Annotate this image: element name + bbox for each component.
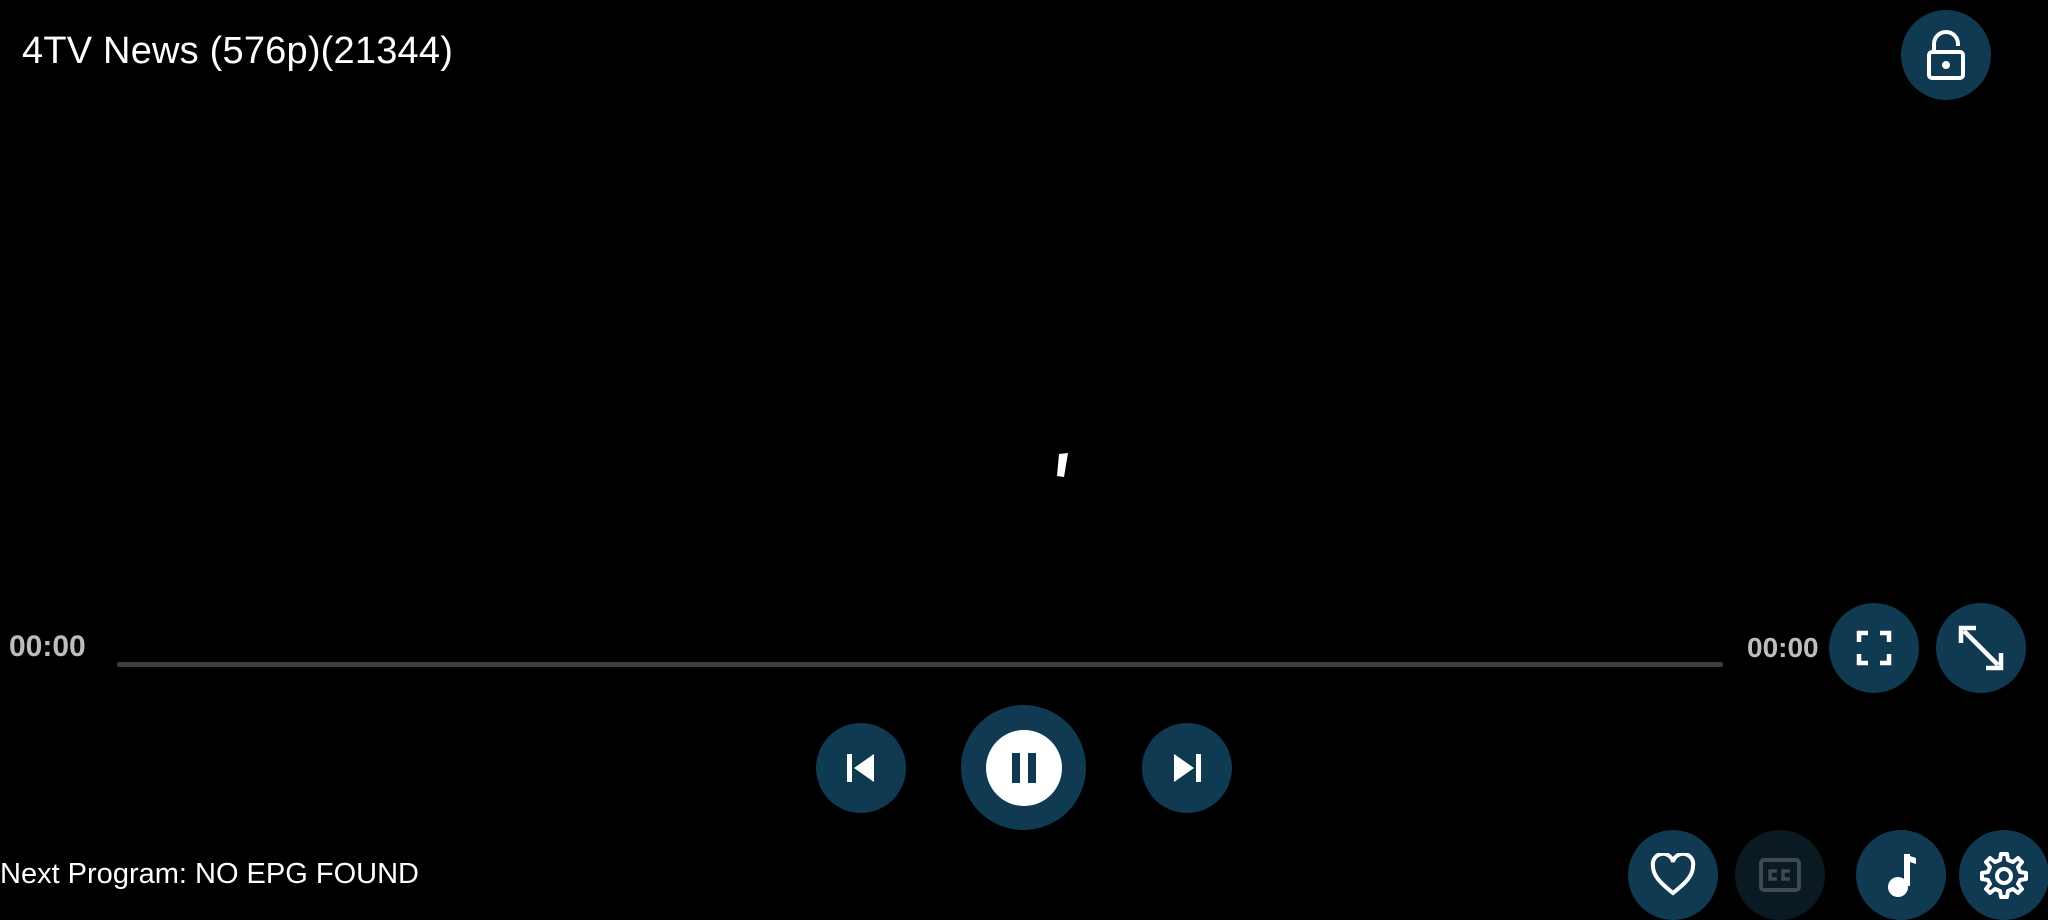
audio-track-button[interactable] — [1856, 830, 1946, 920]
play-pause-button[interactable] — [961, 705, 1086, 830]
video-player[interactable]: 4TV News (576p)(21344) 00:00 00:00 Next … — [0, 0, 2048, 920]
closed-captions-icon — [1759, 858, 1801, 892]
channel-title: 4TV News (576p)(21344) — [22, 30, 454, 72]
skip-next-icon — [1174, 754, 1201, 782]
heart-icon — [1650, 853, 1696, 896]
closed-captions-button[interactable] — [1735, 830, 1825, 920]
current-time: 00:00 — [9, 630, 86, 663]
lock-open-icon — [1927, 30, 1965, 80]
music-note-icon — [1888, 854, 1916, 897]
aspect-ratio-button[interactable] — [1829, 603, 1919, 693]
total-time: 00:00 — [1747, 632, 1819, 663]
favorite-button[interactable] — [1628, 830, 1718, 920]
previous-channel-button[interactable] — [816, 723, 906, 813]
settings-button[interactable] — [1959, 830, 2048, 920]
pause-icon — [1011, 752, 1036, 783]
resize-button[interactable] — [1936, 603, 2026, 693]
lock-button[interactable] — [1901, 10, 1991, 100]
expand-arrows-icon — [1958, 625, 2004, 671]
gear-icon — [1980, 852, 2028, 899]
next-program-info: Next Program: NO EPG FOUND — [0, 858, 419, 890]
next-channel-button[interactable] — [1142, 723, 1232, 813]
play-pause-inner — [985, 729, 1062, 806]
loading-spinner — [1057, 453, 1068, 477]
fullscreen-icon — [1856, 630, 1892, 666]
seek-bar[interactable] — [117, 662, 1723, 667]
skip-previous-icon — [847, 754, 874, 782]
